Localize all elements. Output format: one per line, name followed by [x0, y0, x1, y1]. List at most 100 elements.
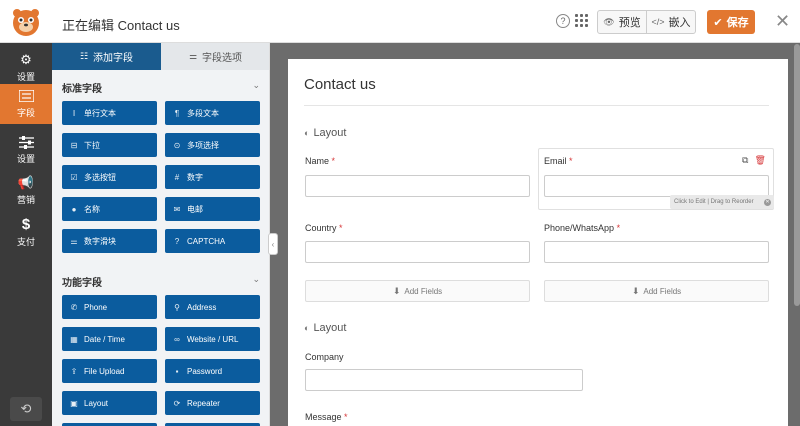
- layout-icon: ▣: [70, 398, 78, 408]
- nav-item-settings[interactable]: 设置: [0, 130, 52, 170]
- name-field[interactable]: [305, 175, 530, 197]
- field-label: Password: [187, 366, 223, 376]
- field-button-phone[interactable]: ✆ Phone: [62, 295, 157, 319]
- paragraph-icon: ¶: [174, 108, 180, 118]
- fancy-fields-header[interactable]: 功能字段 ⌄: [62, 274, 260, 289]
- country-label-text: Country: [305, 223, 337, 233]
- tab-label: 添加字段: [93, 53, 134, 64]
- field-button-paragraph[interactable]: ¶ 多段文本: [165, 101, 260, 125]
- required-mark: *: [344, 412, 348, 422]
- nav-item-marketing[interactable]: 📢 营销: [0, 171, 52, 211]
- field-label: 单行文本: [84, 108, 116, 118]
- field-button-dropdown[interactable]: ⊟ 下拉: [62, 133, 157, 157]
- field-button-layout[interactable]: ▣ Layout: [62, 391, 157, 415]
- field-button-name[interactable]: ● 名称: [62, 197, 157, 221]
- field-button-address[interactable]: ⚲ Address: [165, 295, 260, 319]
- field-button-multiple-choice[interactable]: ⊙ 多项选择: [165, 133, 260, 157]
- nav-label: 支付: [16, 237, 35, 247]
- grid-menu-icon[interactable]: [575, 14, 589, 28]
- email-field[interactable]: [544, 175, 769, 197]
- nav-item-settings-general[interactable]: ⚙ 设置: [0, 48, 52, 88]
- email-label: Email *: [544, 156, 573, 166]
- duplicate-icon[interactable]: ⧉: [742, 155, 748, 166]
- preview-button[interactable]: 👁 预览: [598, 11, 646, 33]
- revisions-history-icon[interactable]: ⟲: [10, 397, 42, 421]
- country-field[interactable]: [305, 241, 530, 263]
- close-icon[interactable]: ✕: [775, 11, 790, 31]
- megaphone-icon: 📢: [17, 175, 35, 190]
- nav-label: 字段: [16, 108, 35, 118]
- required-mark: *: [569, 156, 573, 166]
- field-button-date-time[interactable]: ▦ Date / Time: [62, 327, 157, 351]
- field-actions: ⧉ 🗑: [742, 155, 766, 166]
- field-label: Address: [187, 302, 217, 312]
- gear-icon: ⚙: [20, 52, 32, 67]
- eye-slash-icon: ◐: [304, 323, 310, 333]
- download-arrow-icon: ⬇: [392, 285, 401, 296]
- fields-panel: ☷ 添加字段 ⚌ 字段选项 标准字段 ⌄ Ⅰ 单行文本 ¶ 多段文本 ⊟ 下拉 ⊙ 多项…: [52, 43, 270, 426]
- field-label: 数字滑块: [84, 236, 116, 246]
- nav-item-payments[interactable]: $ 支付: [0, 213, 52, 253]
- checkmark-icon: ✔: [713, 16, 723, 29]
- tab-add-fields[interactable]: ☷ 添加字段: [52, 43, 161, 70]
- field-label: Layout: [84, 398, 109, 408]
- add-fields-dropzone-left[interactable]: ⬇ Add Fields: [305, 280, 530, 302]
- add-fields-icon: ☷: [79, 51, 89, 61]
- tab-field-options[interactable]: ⚌ 字段选项: [161, 43, 269, 70]
- message-label: Message *: [305, 412, 348, 422]
- embed-label: 嵌入: [668, 17, 691, 29]
- field-button-email[interactable]: ✉ 电邮: [165, 197, 260, 221]
- field-label: 数字: [187, 172, 203, 182]
- sliders-icon: [18, 135, 34, 149]
- nav-item-fields[interactable]: 字段: [0, 84, 52, 124]
- hash-icon: #: [174, 172, 180, 182]
- add-fields-dropzone-right[interactable]: ⬇ Add Fields: [544, 280, 769, 302]
- dropdown-icon: ⊟: [70, 140, 78, 150]
- email-label-text: Email: [544, 156, 567, 166]
- field-label: CAPTCHA: [187, 236, 226, 246]
- panel-tabs: ☷ 添加字段 ⚌ 字段选项: [52, 43, 269, 70]
- layout-field-label[interactable]: ◐ Layout: [304, 127, 346, 139]
- field-button-checkboxes[interactable]: ☑ 多选按钮: [62, 165, 157, 189]
- field-label: Repeater: [187, 398, 220, 408]
- standard-fields-header[interactable]: 标准字段 ⌄: [62, 80, 260, 95]
- checkbox-icon: ☑: [70, 172, 78, 182]
- field-button-website-url[interactable]: ∞ Website / URL: [165, 327, 260, 351]
- field-button-single-line[interactable]: Ⅰ 单行文本: [62, 101, 157, 125]
- user-icon: ●: [71, 204, 77, 214]
- calendar-icon: ▦: [70, 334, 78, 344]
- field-button-repeater[interactable]: ⟳ Repeater: [165, 391, 260, 415]
- field-button-captcha[interactable]: ? CAPTCHA: [165, 229, 260, 253]
- company-field[interactable]: [305, 369, 583, 391]
- repeat-icon: ⟳: [173, 398, 181, 408]
- phone-field[interactable]: [544, 241, 769, 263]
- save-button[interactable]: ✔ 保存: [707, 10, 755, 34]
- chevron-down-icon: ⌄: [252, 274, 260, 284]
- field-button-file-upload[interactable]: ⇪ File Upload: [62, 359, 157, 383]
- embed-button[interactable]: </> 嵌入: [646, 11, 695, 33]
- code-icon: </>: [651, 17, 665, 27]
- preview-embed-group: 👁 预览 </> 嵌入: [597, 10, 696, 34]
- collapse-panel-chevron-left-icon[interactable]: ‹: [268, 233, 278, 255]
- message-label-text: Message: [305, 412, 342, 422]
- layout-field-label[interactable]: ◐ Layout: [304, 322, 346, 334]
- layout-title: Layout: [313, 127, 347, 139]
- chevron-down-icon: ⌄: [252, 80, 260, 90]
- field-label: Date / Time: [84, 334, 125, 344]
- field-button-password[interactable]: ▪ Password: [165, 359, 260, 383]
- help-icon[interactable]: ?: [556, 14, 570, 28]
- required-mark: *: [331, 156, 336, 166]
- company-label: Company: [305, 352, 344, 362]
- required-mark: *: [616, 223, 621, 233]
- phone-icon: ✆: [70, 302, 78, 312]
- trash-icon[interactable]: 🗑: [754, 155, 765, 166]
- lock-icon: ▪: [175, 366, 179, 376]
- field-button-number-slider[interactable]: ⚌ 数字滑块: [62, 229, 157, 253]
- radio-icon: ⊙: [173, 140, 181, 150]
- close-icon[interactable]: ✕: [764, 198, 771, 206]
- nav-label: 设置: [16, 72, 35, 82]
- required-mark: *: [339, 223, 343, 233]
- field-button-numbers[interactable]: # 数字: [165, 165, 260, 189]
- preview-scrollbar[interactable]: [794, 44, 800, 306]
- divider: [304, 105, 769, 106]
